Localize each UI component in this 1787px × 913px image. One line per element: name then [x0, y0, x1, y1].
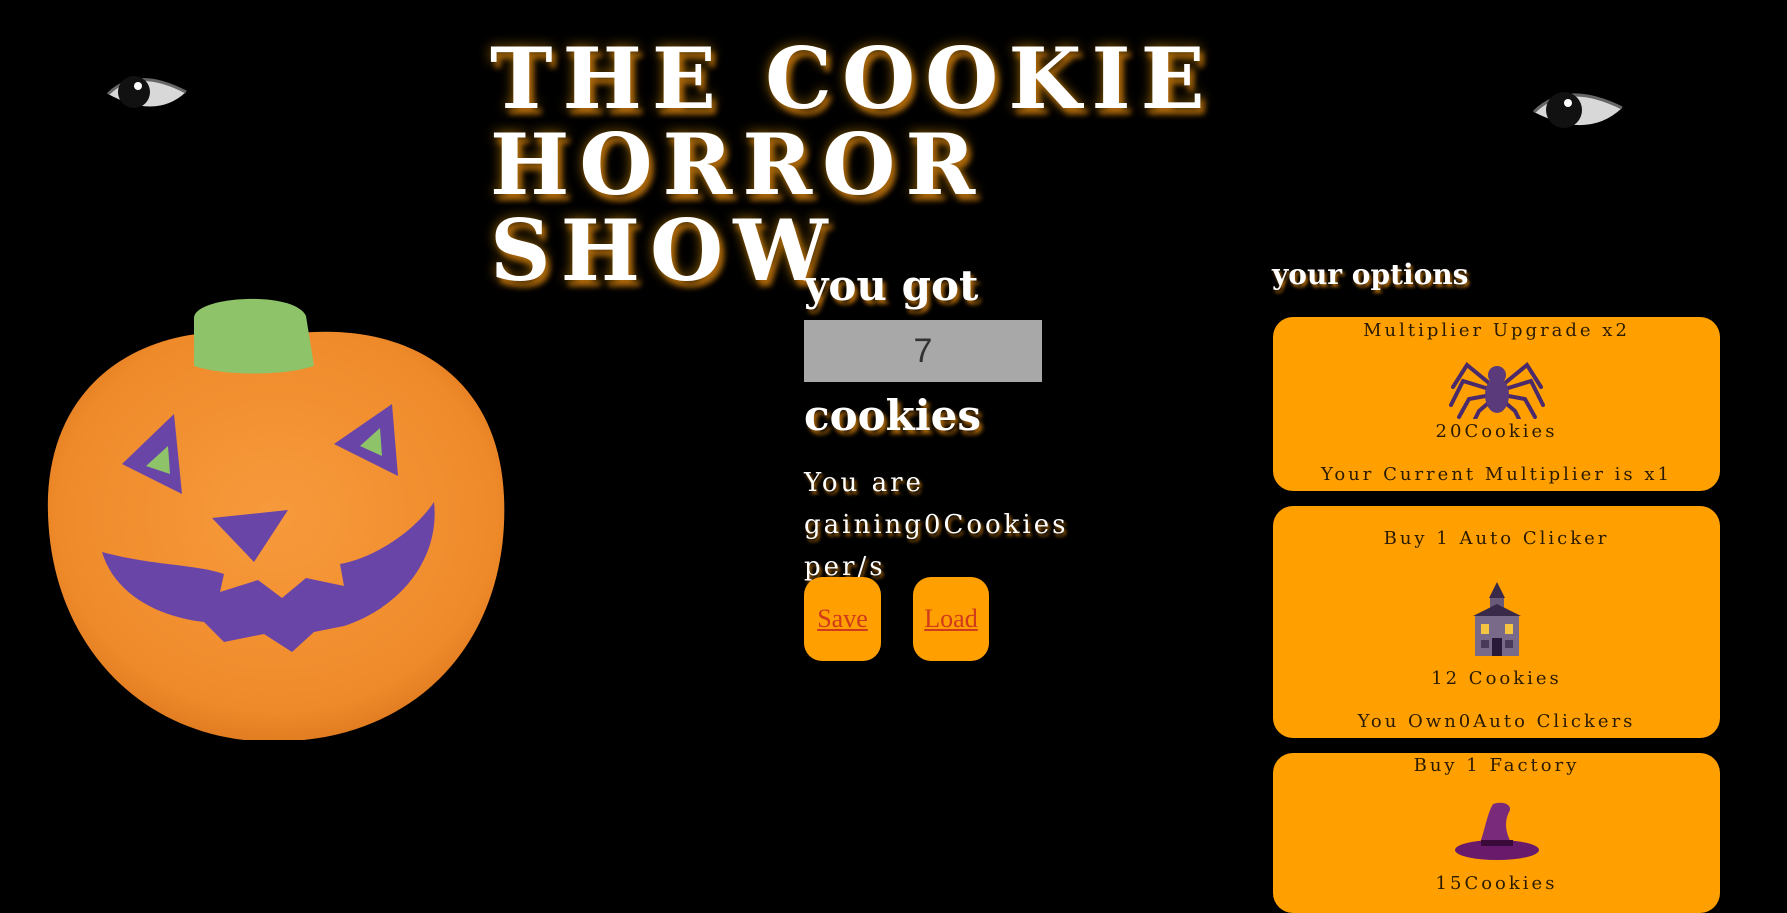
page-title: THE COOKIE HORROR SHOW [490, 29, 1215, 300]
load-button[interactable]: Load [913, 577, 989, 661]
rate-prefix: You are [804, 468, 924, 498]
save-button[interactable]: Save [804, 577, 881, 661]
cookie-counter-section: you got 7 cookies You are gaining0Cookie… [804, 262, 1104, 588]
option-info: You Own0Auto Clickers [1357, 711, 1636, 732]
option-title: Buy 1 Auto Clicker [1383, 528, 1610, 549]
pumpkin-cookie-icon [47, 298, 505, 740]
cookie-rate-text: You are gaining0Cookies per/s [804, 462, 1114, 588]
pumpkin-cookie-button[interactable] [44, 296, 510, 744]
cookies-label: cookies [804, 391, 982, 440]
cookie-count-display: 7 [804, 320, 1042, 382]
multiplier-upgrade-card[interactable]: Multiplier Upgrade x2 20Cookies Your Cur… [1273, 317, 1720, 491]
spider-icon [1448, 355, 1545, 423]
rate-line: gaining0Cookies per/s [804, 510, 1069, 582]
factory-card[interactable]: Buy 1 Factory 15Cookies [1273, 753, 1720, 913]
option-cost: 12 Cookies [1431, 668, 1562, 689]
option-title: Multiplier Upgrade x2 [1363, 320, 1630, 341]
right-eye-icon [1532, 84, 1624, 142]
options-title: your options [1272, 258, 1469, 291]
option-info: Your Current Multiplier is x1 [1321, 464, 1672, 485]
option-cost: 20Cookies [1435, 421, 1558, 442]
haunted-house-icon [1469, 582, 1525, 660]
auto-clicker-card[interactable]: Buy 1 Auto Clicker 12 Cookies You Own0Au… [1273, 506, 1720, 738]
you-got-label: you got [804, 261, 979, 310]
witch-hat-icon [1453, 800, 1541, 866]
option-title: Buy 1 Factory [1413, 755, 1580, 776]
left-eye-icon [106, 70, 188, 122]
